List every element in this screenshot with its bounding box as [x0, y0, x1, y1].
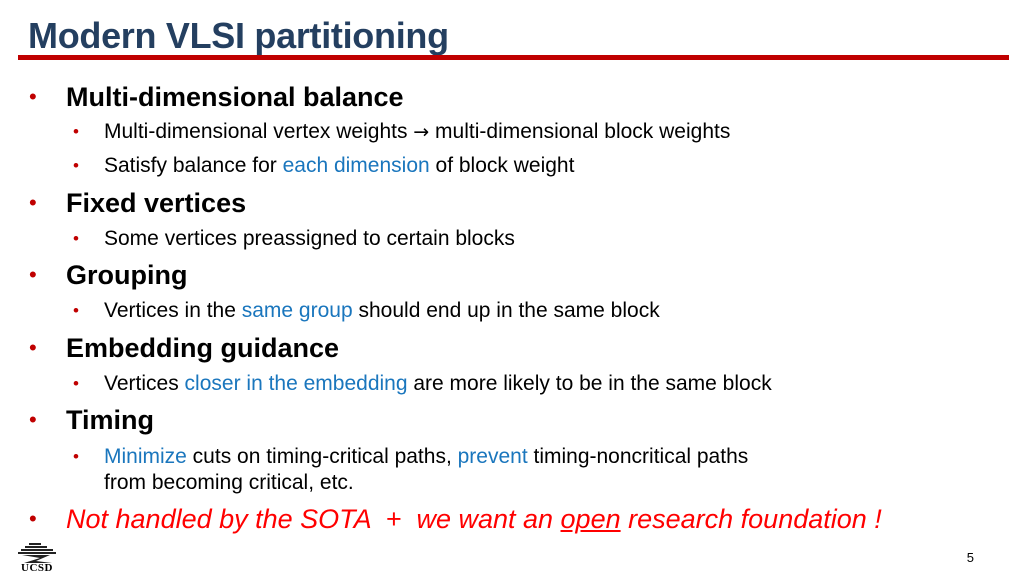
sub-bullet: • Vertices closer in the embedding are m…: [73, 371, 772, 397]
arrow-right-icon: →: [413, 121, 430, 143]
highlighted-text: prevent: [457, 445, 528, 468]
sub-bullet: • Satisfy balance for each dimension of …: [73, 153, 575, 179]
bullet-dot-icon: •: [29, 506, 37, 531]
sub-bullet: • Minimize cuts on timing-critical paths…: [73, 444, 749, 470]
bullet-dot-icon: •: [73, 301, 79, 320]
highlighted-text: closer in the embedding: [184, 372, 408, 395]
bullet-dot-icon: •: [29, 262, 37, 287]
bullet-label: Fixed vertices: [66, 188, 247, 218]
sub-bullet: • Multi-dimensional vertex weights → mul…: [73, 119, 731, 145]
sub-bullet-text: timing-noncritical paths: [527, 445, 749, 468]
sub-bullet: • Vertices in the same group should end …: [73, 298, 660, 324]
final-note-text: Not handled by the SOTA + we want an: [66, 504, 561, 534]
bullet-label: Embedding guidance: [66, 333, 340, 363]
final-note-underlined: open: [560, 504, 621, 534]
slide-content: • Multi-dimensional balance • Multi-dime…: [0, 0, 1024, 576]
sub-bullet-text: of block weight: [429, 154, 575, 177]
bullet-fixed-vertices: • Fixed vertices: [29, 187, 247, 219]
bullet-label: Multi-dimensional balance: [66, 82, 404, 112]
sub-bullet-text: should end up in the same block: [352, 299, 660, 322]
bullet-dot-icon: •: [29, 190, 37, 215]
ucsd-logo-text: UCSD: [21, 562, 53, 574]
bullet-timing: • Timing: [29, 404, 155, 436]
bullet-dot-icon: •: [29, 84, 37, 109]
highlighted-text: Minimize: [104, 445, 187, 468]
ucsd-logo: UCSD: [12, 542, 62, 576]
bullet-dot-icon: •: [73, 447, 79, 466]
sub-bullet: • Some vertices preassigned to certain b…: [73, 226, 515, 252]
bullet-dot-icon: •: [29, 407, 37, 432]
bullet-dot-icon: •: [73, 374, 79, 393]
bullet-dot-icon: •: [73, 229, 79, 248]
sub-bullet-text: Some vertices preassigned to certain blo…: [104, 227, 515, 250]
highlighted-text: same group: [241, 299, 353, 322]
ucsd-emblem-icon: [18, 543, 56, 563]
sub-bullet-text: multi-dimensional block weights: [429, 120, 731, 143]
sub-bullet-text: Vertices: [104, 372, 185, 395]
bullet-dot-icon: •: [73, 122, 79, 141]
final-note-text: research foundation !: [620, 504, 882, 534]
sub-bullet-text: Vertices in the: [104, 299, 242, 322]
sub-bullet-text: are more likely to be in the same block: [407, 372, 772, 395]
bullet-grouping: • Grouping: [29, 259, 188, 291]
sub-bullet-text: Satisfy balance for: [104, 154, 283, 177]
sub-bullet-continuation: from becoming critical, etc.: [104, 471, 354, 494]
final-note: • Not handled by the SOTA + we want an o…: [29, 503, 882, 535]
sub-bullet-text: cuts on timing-critical paths,: [186, 445, 458, 468]
page-number: 5: [966, 550, 974, 565]
bullet-dot-icon: •: [73, 156, 79, 175]
bullet-multi-dimensional-balance: • Multi-dimensional balance: [29, 81, 404, 113]
bullet-embedding-guidance: • Embedding guidance: [29, 332, 340, 364]
bullet-dot-icon: •: [29, 335, 37, 360]
highlighted-text: each dimension: [282, 154, 430, 177]
bullet-label: Timing: [66, 405, 155, 435]
bullet-label: Grouping: [66, 260, 188, 290]
sub-bullet-text: Multi-dimensional vertex weights: [104, 120, 414, 143]
